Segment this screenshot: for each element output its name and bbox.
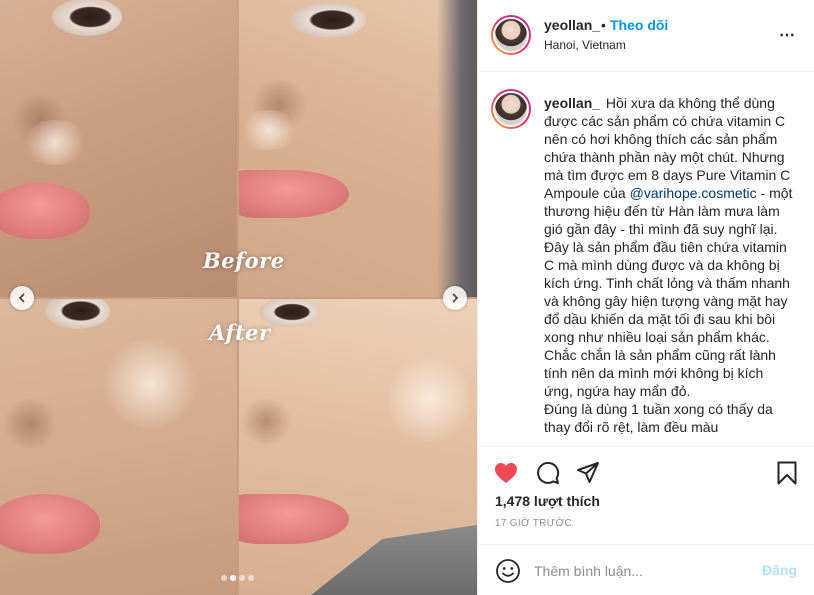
separator: • xyxy=(601,17,606,33)
caption-avatar[interactable] xyxy=(491,89,531,129)
carousel-indicator xyxy=(221,575,254,581)
share-icon xyxy=(577,462,599,483)
chevron-right-icon xyxy=(452,293,459,303)
likes-count[interactable]: 1,478 lượt thích xyxy=(495,493,600,509)
share-button[interactable] xyxy=(575,460,601,486)
comment-icon xyxy=(537,461,560,484)
next-image-button[interactable] xyxy=(443,286,467,310)
previous-image-button[interactable] xyxy=(10,286,34,310)
more-options-icon[interactable]: ⋯ xyxy=(779,25,796,45)
carousel-dot-active xyxy=(230,575,236,581)
post-header: yeollan_ • Theo dõi Hanoi, Vietnam ⋯ xyxy=(478,0,814,72)
chevron-left-icon xyxy=(18,293,25,303)
post-media[interactable]: Before After xyxy=(0,0,477,595)
photo-before-top-left xyxy=(0,0,237,297)
after-label: After xyxy=(209,320,271,345)
bookmark-icon xyxy=(777,461,797,485)
location-link[interactable]: Hanoi, Vietnam xyxy=(544,38,626,52)
carousel-dot xyxy=(248,575,254,581)
caption-mention[interactable]: @varihope.cosmetic xyxy=(630,185,757,201)
comment-button[interactable] xyxy=(535,460,561,486)
carousel-dot xyxy=(239,575,245,581)
save-button[interactable] xyxy=(774,460,800,486)
follow-button[interactable]: Theo dõi xyxy=(610,17,668,33)
comment-input[interactable] xyxy=(534,558,744,584)
add-comment-bar: Đăng xyxy=(478,544,814,595)
emoji-button[interactable] xyxy=(495,558,521,584)
post-actions: 1,478 lượt thích 17 GIỜ TRƯỚC xyxy=(478,446,814,544)
post-side-panel: yeollan_ • Theo dõi Hanoi, Vietnam ⋯ yeo… xyxy=(477,0,814,595)
avatar[interactable] xyxy=(491,15,531,55)
photo-after-bottom-left xyxy=(0,299,237,595)
before-label: Before xyxy=(203,248,285,273)
like-button[interactable] xyxy=(493,460,519,486)
caption-text: yeollan_ Hồi xưa da không thể dùng được … xyxy=(544,94,794,436)
photo-after-bottom-right xyxy=(239,299,477,595)
emoji-icon xyxy=(496,559,520,583)
caption-username[interactable]: yeollan_ xyxy=(544,95,600,111)
username-link[interactable]: yeollan_ xyxy=(544,17,600,33)
heart-icon xyxy=(495,463,517,483)
caption-area[interactable]: yeollan_ Hồi xưa da không thể dùng được … xyxy=(478,72,814,446)
post-timestamp[interactable]: 17 GIỜ TRƯỚC xyxy=(495,518,572,529)
post-comment-button[interactable]: Đăng xyxy=(762,562,797,578)
caption-body-2: - một thương hiệu đến từ Hàn làm mưa làm… xyxy=(544,185,793,435)
carousel-dot xyxy=(221,575,227,581)
